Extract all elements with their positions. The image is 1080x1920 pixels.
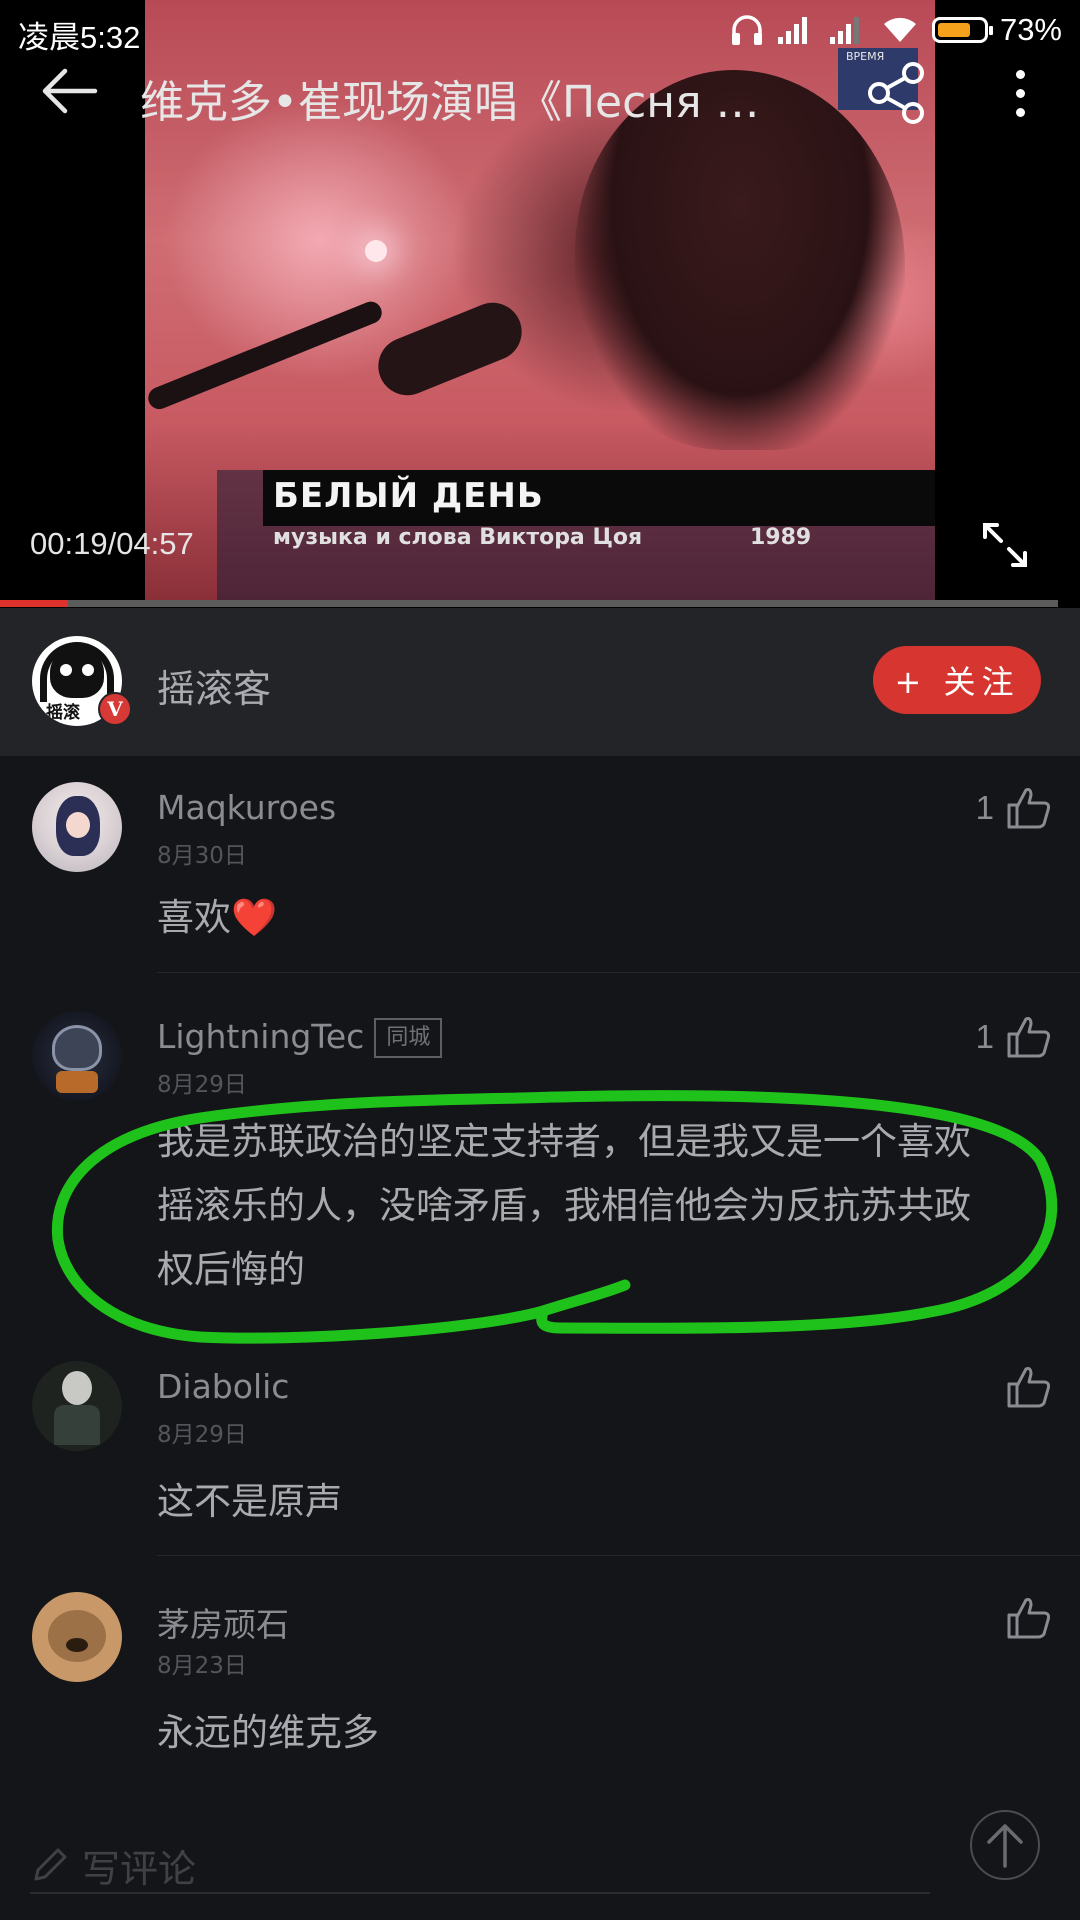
more-button[interactable] [1000, 58, 1040, 128]
comment-username[interactable]: Maqkuroes [157, 788, 336, 827]
thumbs-up-icon [1007, 1598, 1051, 1639]
video-player[interactable]: ВРЕМЯ БЕЛЫЙ ДЕНЬ музыка и слова Виктора … [0, 0, 1080, 608]
comment-item: 茅房顽石 8月23日 永远的维克多 [0, 1576, 1080, 1791]
publisher-row: 摇滚 V 摇滚客 + 关注 [0, 608, 1080, 756]
comment-input[interactable]: 写评论 [30, 1835, 930, 1895]
like-button[interactable]: 1 [976, 1015, 1052, 1059]
comment-text: 喜欢❤️ [157, 896, 278, 939]
headphone-icon [730, 14, 764, 46]
comment-username[interactable]: LightningTec 同城 [157, 1017, 443, 1058]
video-progress-fill [0, 600, 68, 607]
status-time: 凌晨5:32 [18, 20, 141, 55]
signal-icon [776, 15, 816, 45]
battery-icon [931, 17, 993, 43]
thumbs-up-icon [1007, 1017, 1051, 1058]
like-count: 1 [975, 1018, 994, 1055]
video-title: 维克多•崔现场演唱《Песня Б... [140, 77, 780, 128]
video-caption-title: БЕЛЫЙ ДЕНЬ [273, 476, 544, 516]
like-button[interactable] [994, 1596, 1052, 1640]
fullscreen-icon [983, 523, 1027, 567]
like-count: 1 [975, 789, 994, 826]
publisher-avatar-text: 摇滚 [46, 703, 80, 723]
back-button[interactable] [36, 58, 102, 124]
comment-item: Maqkuroes 8月30日 1 喜欢❤️ [0, 766, 1080, 976]
video-caption-subtitle: музыка и слова Виктора Цоя [273, 525, 643, 550]
share-icon [868, 62, 924, 124]
comment-input-underline [30, 1892, 930, 1894]
like-button[interactable]: 1 [976, 786, 1052, 830]
comment-text: 这不是原声 [157, 1480, 342, 1523]
mic-stand [145, 298, 386, 413]
avatar[interactable] [32, 782, 122, 872]
bottom-bar: 写评论 [0, 1790, 1080, 1920]
thumbs-up-icon [1007, 1367, 1051, 1408]
publisher-name[interactable]: 摇滚客 [157, 658, 271, 713]
same-city-badge: 同城 [374, 1018, 443, 1058]
video-time: 00:19/04:57 [30, 526, 194, 561]
avatar[interactable] [32, 1592, 122, 1682]
video-progress-bar[interactable] [0, 600, 1058, 607]
share-button[interactable] [862, 58, 932, 128]
comment-text: 永远的维克多 [157, 1711, 379, 1754]
pencil-icon [34, 1848, 67, 1881]
stage-light [365, 240, 387, 262]
more-icon [1015, 69, 1025, 79]
wifi-icon [880, 14, 920, 46]
thumbs-up-icon [1007, 788, 1051, 829]
fullscreen-button[interactable] [975, 515, 1035, 575]
avatar[interactable] [32, 1361, 122, 1451]
signal-icon [828, 15, 868, 45]
comment-username[interactable]: Diabolic [157, 1367, 289, 1406]
comment-date: 8月23日 [157, 1653, 247, 1679]
headphone-icon [40, 642, 114, 702]
comment-username[interactable]: 茅房顽石 [157, 1598, 289, 1646]
like-button[interactable] [994, 1365, 1052, 1409]
highlight-annotation [51, 1090, 1058, 1344]
comment-item: Diabolic 8月29日 这不是原声 [0, 1345, 1080, 1560]
arrow-up-icon [987, 1824, 1023, 1868]
comment-date: 8月30日 [157, 843, 247, 869]
video-caption-year: 1989 [750, 525, 812, 550]
verified-badge: V [98, 692, 132, 726]
comment-placeholder: 写评论 [82, 1846, 197, 1891]
battery-percent: 73% [999, 12, 1062, 47]
divider [157, 972, 1080, 973]
microphone [369, 294, 531, 404]
scroll-to-top-button[interactable] [970, 1810, 1040, 1880]
status-icons: 73% [730, 10, 1062, 50]
divider [157, 1555, 1080, 1556]
battery-fill [937, 23, 971, 37]
back-arrow-icon [42, 68, 98, 114]
follow-button[interactable]: + 关注 [873, 646, 1041, 714]
comment-date: 8月29日 [157, 1422, 247, 1448]
